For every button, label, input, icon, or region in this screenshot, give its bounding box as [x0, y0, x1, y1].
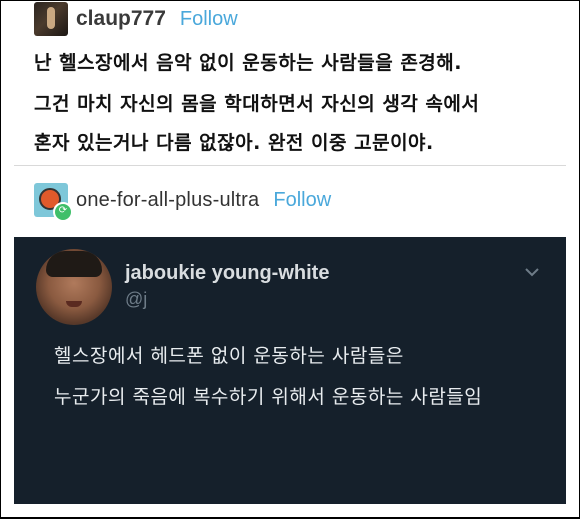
chevron-down-icon[interactable]	[525, 267, 539, 277]
tweet-avatar[interactable]	[36, 249, 112, 325]
post-header-1: claup777 Follow	[34, 2, 238, 36]
username-link[interactable]: one-for-all-plus-ultra	[76, 189, 259, 212]
tweet-handle[interactable]: @j	[125, 289, 147, 310]
post-text-line: 그건 마치 자신의 몸을 학대하면서 자신의 생각 속에서	[34, 93, 480, 115]
follow-button[interactable]: Follow	[273, 189, 331, 212]
follow-button[interactable]: Follow	[180, 8, 238, 31]
user-avatar[interactable]	[34, 2, 68, 36]
embedded-tweet: jaboukie young-white @j 헬스장에서 헤드폰 없이 운동하…	[14, 237, 566, 504]
tweet-text-line: 누군가의 죽음에 복수하기 위해서 운동하는 사람들임	[54, 386, 483, 408]
post-header-2: ⟳ one-for-all-plus-ultra Follow	[34, 183, 331, 222]
divider	[14, 165, 566, 166]
tweet-display-name[interactable]: jaboukie young-white	[125, 262, 329, 285]
reblog-icon: ⟳	[53, 202, 73, 222]
tweet-text-line: 헬스장에서 헤드폰 없이 운동하는 사람들은	[54, 345, 404, 367]
post-text-line: 혼자 있는거나 다름 없잖아. 완전 이중 고문이야.	[34, 132, 434, 154]
post-text-line: 난 헬스장에서 음악 없이 운동하는 사람들을 존경해.	[34, 52, 462, 74]
username-link[interactable]: claup777	[76, 7, 166, 31]
reblog-avatar[interactable]: ⟳	[34, 183, 73, 222]
